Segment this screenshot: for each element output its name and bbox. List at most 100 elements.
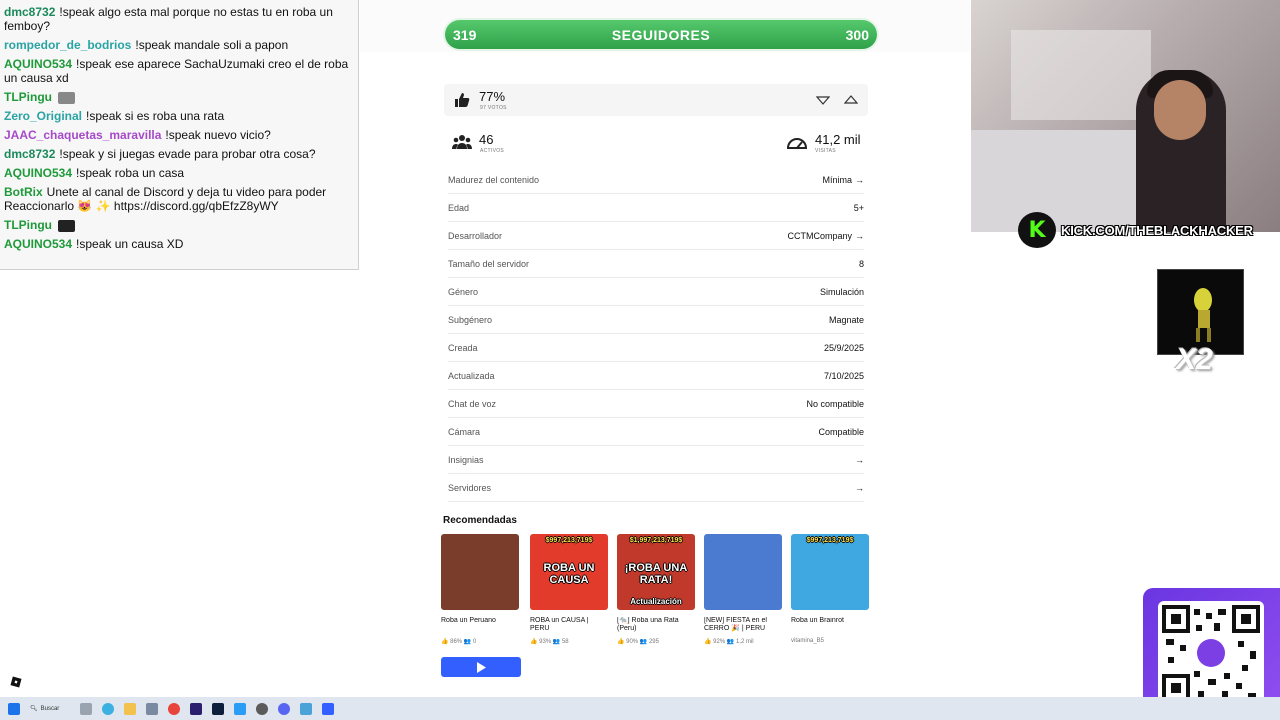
- chat-username[interactable]: JAAC_chaquetas_maravilla: [4, 128, 161, 142]
- info-value: CCTMCompany: [787, 230, 852, 241]
- info-value-group: →: [852, 483, 864, 493]
- info-row: Subgénero Magnate: [448, 306, 864, 334]
- recommended-title: Recomendadas: [443, 515, 517, 526]
- chat-username[interactable]: AQUINO534: [4, 166, 72, 180]
- play-button[interactable]: [441, 657, 521, 677]
- roblox-taskbar-icon[interactable]: [322, 702, 334, 715]
- info-label: Tamaño del servidor: [448, 258, 530, 269]
- recommended-game-meta: 👍 86% 👥 0: [441, 639, 477, 645]
- discord-icon[interactable]: [278, 702, 290, 715]
- upvote-icon[interactable]: [844, 94, 858, 106]
- info-value-group: →: [852, 455, 864, 465]
- chat-text: !speak y si juegas evade para probar otr…: [59, 147, 316, 161]
- recommended-game-title[interactable]: ROBA un CAUSA | PERU: [530, 617, 608, 635]
- recommended-game-meta: 👍 93% 👥 58: [530, 639, 569, 645]
- info-value-group: Magnate: [829, 315, 864, 325]
- app-icon[interactable]: [300, 702, 312, 715]
- kick-banner: K KICK.COM/THEBLACKHACKER: [1018, 212, 1253, 248]
- visits-gauge-icon: [786, 138, 808, 149]
- kick-logo: K: [1018, 212, 1056, 248]
- edge-icon[interactable]: [102, 702, 114, 715]
- info-row[interactable]: Madurez del contenido Mínima →: [448, 166, 864, 194]
- info-value: 5+: [853, 202, 864, 213]
- info-value: Mínima: [822, 174, 852, 185]
- downvote-icon[interactable]: [816, 94, 830, 106]
- qr-code-icon: [1162, 605, 1260, 702]
- game-details-page: 319 SEGUIDORES 300 77% 97 VOTOS 46 ACTIV…: [360, 0, 970, 696]
- game-thumbnail[interactable]: [704, 534, 782, 610]
- arrow-right-icon: →: [855, 454, 864, 465]
- webcam-feed: [971, 0, 1280, 232]
- visits-label: VISITAS: [815, 148, 836, 154]
- chat-username[interactable]: TLPingu: [4, 218, 52, 232]
- chat-text: !speak mandale soli a papon: [135, 38, 289, 52]
- chat-username[interactable]: dmc8732: [4, 5, 55, 19]
- recommended-game-meta: vitamina_B5: [791, 638, 825, 644]
- game-thumbnail[interactable]: $997,213,719$: [791, 534, 869, 610]
- recommended-card[interactable]: $997,213,719$ Roba un Brainrot vitamina_B5: [791, 534, 869, 644]
- info-value-group: Compatible: [818, 427, 864, 437]
- recommended-card[interactable]: $997,213,719$ ROBA UN CAUSA ROBA un CAUSA …: [530, 534, 608, 645]
- obs-icon[interactable]: [256, 702, 268, 715]
- recommended-card[interactable]: [NEW] FIESTA en el CERRO 🎉 | PERU 👍 92% 👥…: [704, 534, 782, 645]
- taskbar-search-label: Buscar: [40, 705, 60, 712]
- info-row[interactable]: Servidores →: [448, 474, 864, 502]
- vote-percent: 77%: [479, 89, 506, 104]
- chat-message: TLPingu: [4, 218, 354, 232]
- info-value: Simulación: [819, 286, 864, 297]
- info-row[interactable]: Desarrollador CCTMCompany →: [448, 222, 864, 250]
- info-row[interactable]: Insignias →: [448, 446, 864, 474]
- roblox-icon[interactable]: [10, 676, 22, 688]
- task-view-icon[interactable]: [80, 702, 92, 715]
- info-label: Chat de voz: [448, 398, 497, 409]
- arrow-right-icon: →: [855, 230, 864, 241]
- taskbar-search[interactable]: 🔍︎ Buscar: [30, 701, 70, 717]
- telegram-icon[interactable]: [234, 702, 246, 715]
- chat-username[interactable]: dmc8732: [4, 147, 55, 161]
- vote-count: 97 VOTOS: [480, 105, 507, 111]
- info-value-group: 8: [859, 259, 864, 269]
- info-value: No compatible: [806, 398, 864, 409]
- followers-label: SEGUIDORES: [611, 26, 711, 43]
- followers-goal-bar: 319 SEGUIDORES 300: [445, 20, 877, 49]
- chat-username[interactable]: TLPingu: [4, 90, 52, 104]
- info-value-group: CCTMCompany →: [787, 231, 864, 241]
- premiere-icon[interactable]: [190, 702, 202, 715]
- file-explorer-icon[interactable]: [124, 702, 136, 715]
- info-value-group: 25/9/2025: [824, 343, 864, 353]
- players-icon: [452, 135, 472, 149]
- thumbnail-title-text: ROBA UN CAUSA: [543, 562, 595, 586]
- chat-username[interactable]: AQUINO534: [4, 57, 72, 71]
- info-label: Madurez del contenido: [448, 174, 540, 185]
- arrow-right-icon: →: [855, 482, 864, 493]
- recommended-game-title[interactable]: Roba un Peruano: [441, 617, 519, 635]
- chat-emote-icon: [58, 91, 75, 104]
- recommended-card[interactable]: $1,997,213,719$ ¡ROBA UNA RATA! Actualizac…: [617, 534, 695, 645]
- recommended-game-meta: 👍 92% 👥 1,2 mil: [704, 639, 754, 645]
- chat-username[interactable]: BotRix: [4, 185, 43, 199]
- chat-username[interactable]: Zero_Original: [4, 109, 82, 123]
- game-thumbnail[interactable]: $1,997,213,719$ ¡ROBA UNA RATA! Actualizac…: [617, 534, 695, 610]
- store-icon[interactable]: [146, 702, 158, 715]
- info-value-group: 5+: [854, 203, 864, 213]
- chat-username[interactable]: AQUINO534: [4, 237, 72, 251]
- chat-text: Unete al canal de Discord y deja tu vide…: [4, 185, 327, 213]
- recommended-game-title[interactable]: [🐀] Roba una Rata (Peru): [617, 617, 695, 635]
- recommended-card[interactable]: Roba un Peruano 👍 86% 👥 0: [441, 534, 519, 645]
- recommended-game-title[interactable]: Roba un Brainrot: [791, 617, 869, 635]
- game-thumbnail[interactable]: $997,213,719$ ROBA UN CAUSA: [530, 534, 608, 610]
- info-value: 8: [858, 258, 864, 269]
- recommended-game-title[interactable]: [NEW] FIESTA en el CERRO 🎉 | PERU: [704, 617, 782, 635]
- windows-start-icon[interactable]: [8, 702, 20, 715]
- thumbnail-title-text: ¡ROBA UNA RATA!: [624, 562, 688, 586]
- chrome-icon[interactable]: [168, 702, 180, 715]
- chat-message: TLPingu: [4, 90, 354, 104]
- game-thumbnail[interactable]: [441, 534, 519, 610]
- chat-message: AQUINO534 !speak ese aparece SachaUzumaki…: [4, 57, 354, 85]
- chat-username[interactable]: rompedor_de_bodrios: [4, 38, 131, 52]
- photoshop-icon[interactable]: [212, 702, 224, 715]
- thumbnail-badge-text: Actualización: [630, 597, 682, 606]
- info-value: 25/9/2025: [823, 342, 864, 353]
- taskbar: 🔍︎ Buscar: [0, 697, 1280, 720]
- active-label: ACTIVOS: [480, 148, 505, 154]
